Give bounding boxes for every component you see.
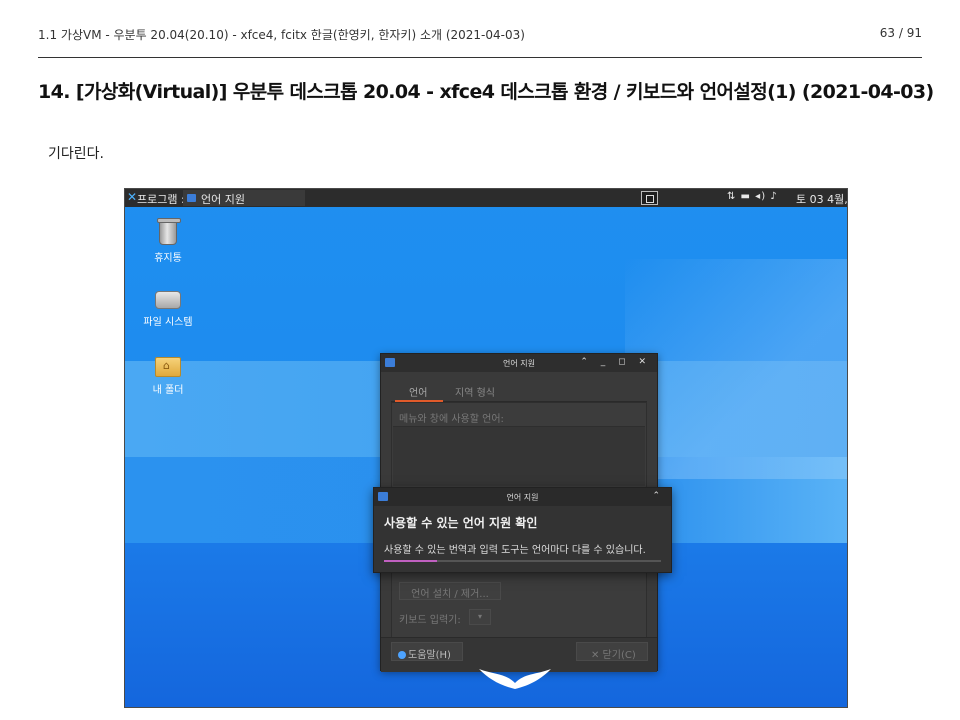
keyboard-input-label: 키보드 입력기: <box>399 615 461 626</box>
checking-languages-dialog: 언어 지원 ⌃ 사용할 수 있는 언어 지원 확인 사용할 수 있는 번역과 입… <box>373 487 672 573</box>
home-folder-icon <box>155 357 181 377</box>
xfce-mascot-icon <box>479 669 551 689</box>
progress-fill <box>384 560 437 562</box>
dialog-message: 사용할 수 있는 번역과 입력 도구는 언어마다 다를 수 있습니다. <box>384 545 646 556</box>
xfce-menu-icon[interactable]: ✕ <box>127 190 137 204</box>
panel-clock[interactable]: 토 03 4월, <box>796 191 847 207</box>
window-titlebar[interactable]: 언어 지원 ⌃ _ ◻ ✕ <box>381 354 657 372</box>
window-controls[interactable]: ⌃ _ ◻ ✕ <box>580 357 651 367</box>
section-heading: 14. [가상화(Virtual)] 우분투 데스크톱 20.04 - xfce… <box>38 81 934 103</box>
language-support-icon <box>187 194 196 202</box>
dialog-titlebar[interactable]: 언어 지원 ⌃ <box>374 488 671 506</box>
desktop-icon-home[interactable]: 내 폴더 <box>133 357 203 396</box>
close-button[interactable]: ✕ 닫기(C) <box>576 642 648 661</box>
language-list[interactable] <box>393 426 645 486</box>
desktop-icon-label: 파일 시스템 <box>143 317 193 328</box>
progress-bar <box>384 560 661 562</box>
desktop-icon-trash[interactable]: 휴지통 <box>133 218 203 264</box>
top-panel: ✕ 프로그램 : 언어 지원 ⇅ ▬ ◂) ♪ 토 03 4월, <box>125 189 847 207</box>
taskbar-item-label: 언어 지원 <box>201 193 245 206</box>
help-button[interactable]: 도움말(H) <box>391 642 463 661</box>
dialog-heading: 사용할 수 있는 언어 지원 확인 <box>384 516 538 530</box>
tab-regional-formats[interactable]: 지역 형식 <box>455 384 495 399</box>
header-rule <box>38 57 922 58</box>
desktop-icon-label: 휴지통 <box>154 253 182 264</box>
desktop-screenshot: ✕ 프로그램 : 언어 지원 ⇅ ▬ ◂) ♪ 토 03 4월, 휴지통 파일 … <box>124 188 848 708</box>
language-list-label: 메뉴와 창에 사용할 언어: <box>399 414 504 425</box>
desktop-icon-label: 내 폴더 <box>152 385 184 396</box>
drive-icon <box>155 291 181 309</box>
running-header-title: 1.1 가상VM - 우분투 20.04(20.10) - xfce4, fci… <box>38 28 525 42</box>
running-header: 1.1 가상VM - 우분투 20.04(20.10) - xfce4, fci… <box>38 24 922 44</box>
desktop-icon-filesystem[interactable]: 파일 시스템 <box>133 291 203 328</box>
install-remove-languages-button[interactable]: 언어 설치 / 제거... <box>399 582 501 600</box>
applications-menu[interactable]: 프로그램 : <box>137 191 185 207</box>
collapse-icon[interactable]: ⌃ <box>652 491 665 501</box>
dialog-title: 언어 지원 <box>506 493 539 502</box>
system-tray-icons[interactable]: ⇅ ▬ ◂) ♪ <box>727 191 778 202</box>
document-page: 1.1 가상VM - 우분투 20.04(20.10) - xfce4, fci… <box>0 0 960 720</box>
keyboard-input-select[interactable]: ▾ <box>469 609 491 625</box>
page-number: 63 / 91 <box>879 26 922 40</box>
body-text: 기다린다. <box>48 146 104 162</box>
wallpaper-highlight <box>625 259 847 479</box>
tab-language[interactable]: 언어 <box>409 384 427 399</box>
help-button-label: 도움말(H) <box>408 650 451 661</box>
help-icon <box>398 651 406 659</box>
trash-icon <box>157 218 181 245</box>
show-desktop-button[interactable] <box>641 191 658 205</box>
tab-bar: 언어 지역 형식 <box>391 380 647 402</box>
